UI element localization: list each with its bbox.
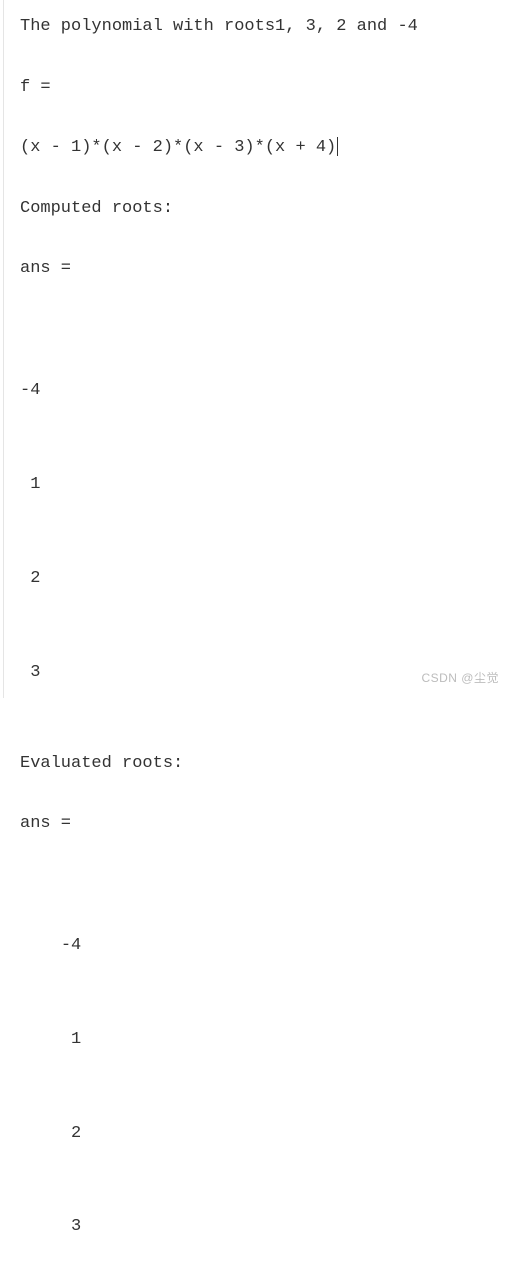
formula-expression: (x - 1)*(x - 2)*(x - 3)*(x + 4): [20, 133, 493, 164]
root-value: -4: [20, 376, 493, 407]
gap: [20, 226, 493, 254]
variable-f-label: f =: [20, 73, 493, 104]
root-value: 1: [20, 1025, 493, 1056]
formula-text: (x - 1)*(x - 2)*(x - 3)*(x + 4): [20, 138, 336, 157]
text-cursor: [337, 137, 338, 156]
root-value: 2: [20, 564, 493, 595]
evaluated-roots-label: Evaluated roots:: [20, 749, 493, 780]
gap: [20, 166, 493, 194]
gap: [20, 105, 493, 133]
root-value: 2: [20, 1119, 493, 1150]
ans-label-1: ans =: [20, 254, 493, 285]
gap: [20, 842, 493, 870]
polynomial-header: The polynomial with roots1, 3, 2 and -4: [20, 12, 493, 43]
gap: [20, 45, 493, 73]
computed-roots-label: Computed roots:: [20, 194, 493, 225]
ans-label-2: ans =: [20, 809, 493, 840]
gap: [20, 287, 493, 315]
root-value: 1: [20, 470, 493, 501]
gap: [20, 721, 493, 749]
computed-roots-list: -4 1 2 3: [20, 315, 493, 721]
gap: [20, 781, 493, 809]
evaluated-roots-list: -4 1 2 3: [20, 870, 493, 1276]
root-value: -4: [20, 931, 493, 962]
watermark: CSDN @尘觉: [421, 668, 499, 690]
root-value: 3: [20, 1212, 493, 1243]
left-border: [3, 0, 4, 698]
